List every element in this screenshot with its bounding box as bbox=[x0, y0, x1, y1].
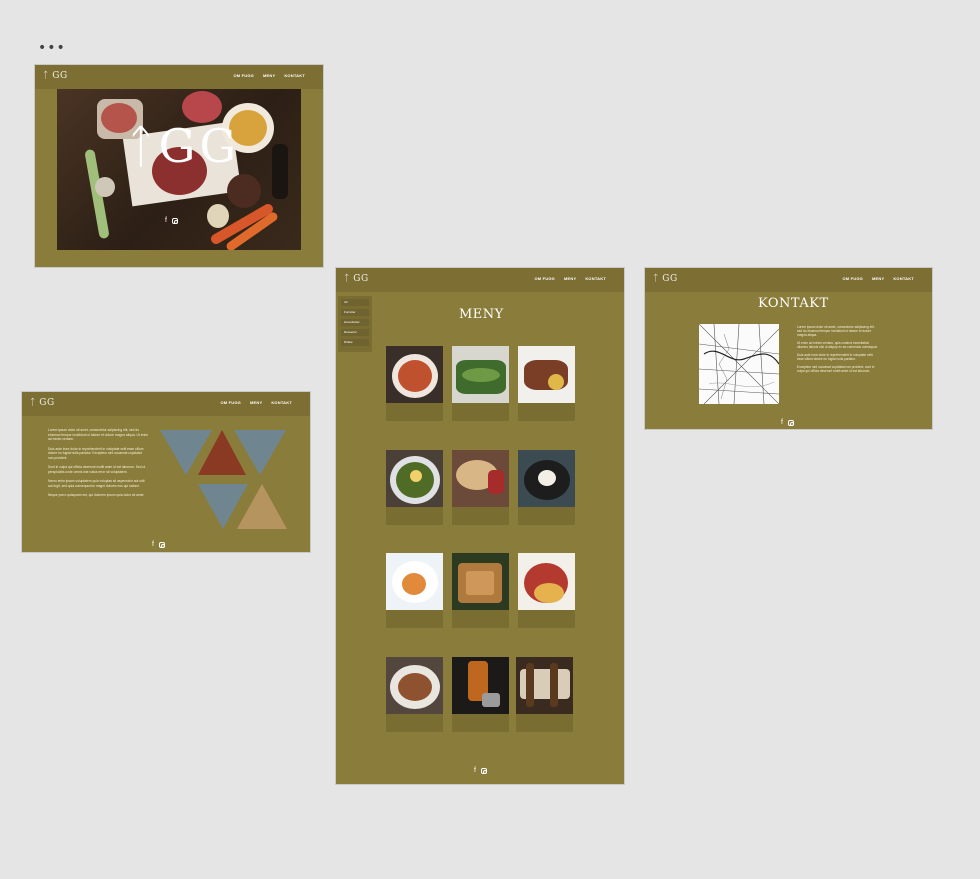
site-logo[interactable]: ᛏ GG bbox=[344, 274, 369, 284]
nav-links: OM FUGG MENY KONTAKT bbox=[220, 400, 292, 405]
navbar: ᛏ GG OM FUGG MENY KONTAKT bbox=[645, 268, 932, 292]
nav-links: OM FUGG MENY KONTAKT bbox=[534, 276, 606, 281]
navbar: ᛏ GG OM FUGG MENY KONTAKT bbox=[336, 268, 624, 292]
nav-item-om-fugg[interactable]: OM FUGG bbox=[220, 400, 241, 405]
menu-item-card[interactable] bbox=[518, 346, 575, 421]
menu-item-card[interactable] bbox=[518, 450, 575, 525]
page-title: MENY bbox=[459, 307, 504, 322]
nav-item-om-fugg[interactable]: OM FUGG bbox=[534, 276, 555, 281]
sidebar-item-alt[interactable]: Alt bbox=[341, 299, 369, 306]
menu-item-card[interactable] bbox=[518, 553, 575, 628]
home-frame: ᛏ GG OM FUGG MENY KONTAKT ᛏGG f bbox=[35, 65, 323, 267]
about-paragraph: Neque porro quisquam est, qui dolorem ip… bbox=[48, 493, 145, 497]
about-paragraph: Sunt in culpa qui officia deserunt molli… bbox=[48, 465, 146, 474]
nav-item-meny[interactable]: MENY bbox=[263, 73, 275, 78]
contact-paragraph: Excepteur sint occaecat cupidatat non pr… bbox=[797, 365, 875, 373]
about-frame: ᛏ GG OM FUGG MENY KONTAKT Lorem ipsum do… bbox=[22, 392, 310, 552]
instagram-icon[interactable] bbox=[171, 218, 178, 224]
contact-paragraph: Duis aute irure dolor in reprehenderit i… bbox=[797, 353, 873, 361]
facebook-icon[interactable]: f bbox=[781, 419, 783, 426]
triangle-food-image bbox=[237, 484, 287, 529]
nav-links: OM FUGG MENY KONTAKT bbox=[233, 73, 305, 78]
site-logo[interactable]: ᛏ GG bbox=[653, 274, 678, 284]
nav-links: OM FUGG MENY KONTAKT bbox=[842, 276, 914, 281]
nav-item-kontakt[interactable]: KONTAKT bbox=[585, 276, 606, 281]
sidebar-item-drikke[interactable]: Drikke bbox=[341, 339, 369, 346]
navbar: ᛏ GG OM FUGG MENY KONTAKT bbox=[22, 392, 310, 416]
nav-item-kontakt[interactable]: KONTAKT bbox=[271, 400, 292, 405]
facebook-icon[interactable]: f bbox=[152, 541, 154, 548]
nav-item-om-fugg[interactable]: OM FUGG bbox=[233, 73, 254, 78]
site-logo[interactable]: ᛏ GG bbox=[43, 71, 68, 81]
nav-item-meny[interactable]: MENY bbox=[564, 276, 576, 281]
hero-image: ᛏGG bbox=[57, 89, 301, 250]
meny-frame: ᛏ GG OM FUGG MENY KONTAKT Alt Forretter … bbox=[336, 268, 624, 784]
menu-item-card[interactable] bbox=[516, 657, 573, 732]
nav-item-kontakt[interactable]: KONTAKT bbox=[893, 276, 914, 281]
triangle-decor bbox=[234, 430, 286, 475]
sidebar-item-forretter[interactable]: Forretter bbox=[341, 309, 369, 316]
about-paragraph: Lorem ipsum dolor sit amet, consectetur … bbox=[48, 428, 148, 441]
facebook-icon[interactable]: f bbox=[165, 217, 167, 224]
social-links: f bbox=[474, 767, 487, 774]
more-options-icon[interactable]: ••• bbox=[38, 40, 66, 56]
location-map[interactable] bbox=[699, 324, 779, 404]
contact-paragraph: Lorem ipsum dolor sit amet, consectetur … bbox=[797, 325, 875, 337]
about-text: Lorem ipsum dolor sit amet, consectetur … bbox=[48, 428, 148, 503]
contact-paragraph: Ut enim ad minim veniam, quis nostrud ex… bbox=[797, 341, 878, 349]
instagram-icon[interactable] bbox=[787, 420, 794, 426]
hero-title: ᛏGG bbox=[127, 119, 241, 173]
menu-item-card[interactable] bbox=[386, 657, 443, 732]
sidebar-item-hovedretter[interactable]: Hovedretter bbox=[341, 319, 369, 326]
nav-item-om-fugg[interactable]: OM FUGG bbox=[842, 276, 863, 281]
menu-item-card[interactable] bbox=[452, 450, 509, 525]
page-title: KONTAKT bbox=[758, 296, 829, 311]
contact-text: Lorem ipsum dolor sit amet, consectetur … bbox=[797, 325, 879, 377]
navbar: ᛏ GG OM FUGG MENY KONTAKT bbox=[35, 65, 323, 89]
social-links: f bbox=[152, 541, 165, 548]
nav-item-meny[interactable]: MENY bbox=[872, 276, 884, 281]
about-paragraph: Duis aute irure dolor in reprehenderit i… bbox=[48, 446, 144, 460]
facebook-icon[interactable]: f bbox=[474, 767, 476, 774]
menu-item-card[interactable] bbox=[386, 450, 443, 525]
social-links: f bbox=[165, 217, 178, 224]
sidebar-item-desserter[interactable]: Desserter bbox=[341, 329, 369, 336]
menu-item-card[interactable] bbox=[452, 346, 509, 421]
instagram-icon[interactable] bbox=[480, 768, 487, 774]
nav-item-kontakt[interactable]: KONTAKT bbox=[284, 73, 305, 78]
instagram-icon[interactable] bbox=[158, 542, 165, 548]
kontakt-frame: ᛏ GG OM FUGG MENY KONTAKT KONTAKT Lorem … bbox=[645, 268, 932, 429]
menu-item-card[interactable] bbox=[386, 346, 443, 421]
nav-item-meny[interactable]: MENY bbox=[250, 400, 262, 405]
social-links: f bbox=[781, 419, 794, 426]
menu-category-sidebar: Alt Forretter Hovedretter Desserter Drik… bbox=[338, 296, 372, 352]
menu-item-card[interactable] bbox=[452, 553, 509, 628]
menu-item-card[interactable] bbox=[386, 553, 443, 628]
about-paragraph: Nemo enim ipsam voluptatem quia voluptas… bbox=[48, 479, 145, 488]
menu-item-card[interactable] bbox=[452, 657, 509, 732]
site-logo[interactable]: ᛏ GG bbox=[30, 398, 55, 408]
